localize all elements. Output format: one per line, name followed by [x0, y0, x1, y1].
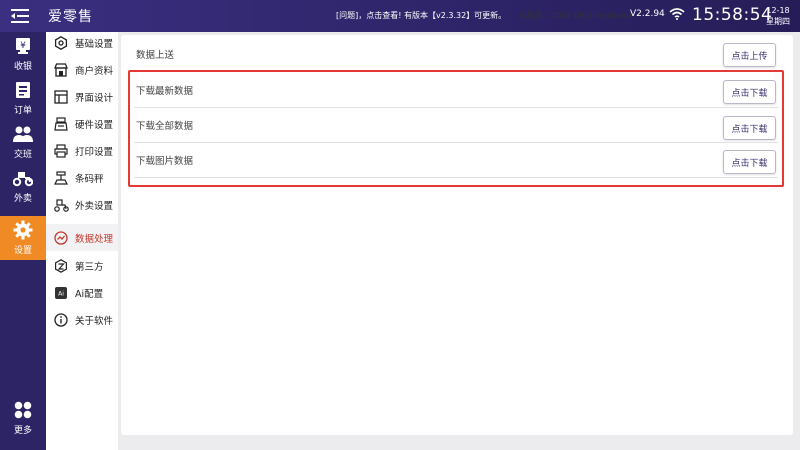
- delivery-scooter-icon: [13, 168, 33, 188]
- info-icon: [53, 312, 69, 328]
- nav-item-settings[interactable]: 设置: [0, 216, 46, 260]
- nav-label-shift: 交班: [13, 150, 32, 160]
- sidebar-item-merchant[interactable]: 商户资料: [46, 56, 118, 83]
- order-list-icon: [13, 80, 33, 100]
- sidebar-label: 外卖设置: [75, 200, 114, 212]
- nav-label-settings: 设置: [13, 246, 32, 256]
- nav-label-delivery: 外卖: [13, 194, 32, 204]
- store-icon: [53, 62, 69, 78]
- sidebar-item-delivery-settings[interactable]: 外卖设置: [46, 191, 118, 218]
- shift-handover-icon: [13, 124, 33, 144]
- third-party-icon: [53, 258, 69, 274]
- sidebar-label: 界面设计: [75, 92, 114, 104]
- sidebar-label: 条码秤: [75, 173, 104, 185]
- sidebar-item-ai-config[interactable]: Ai Ai配置: [46, 279, 118, 306]
- nav-item-orders[interactable]: 订单: [0, 76, 46, 120]
- sidebar-item-about[interactable]: 关于软件: [46, 306, 118, 333]
- printer-icon: [53, 143, 69, 159]
- nav-label-orders: 订单: [13, 106, 32, 116]
- sidebar-item-hardware[interactable]: 硬件设置: [46, 110, 118, 137]
- grid-more-icon: [13, 400, 33, 420]
- ai-chip-icon: Ai: [53, 285, 69, 301]
- sidebar-item-data-processing[interactable]: 数据处理: [46, 224, 118, 251]
- nav-label-cashier: 收银: [13, 62, 32, 72]
- sidebar-label: 第三方: [75, 261, 104, 273]
- sidebar-item-print[interactable]: 打印设置: [46, 137, 118, 164]
- date-label: 12-18: [766, 6, 790, 15]
- scale-icon: [53, 170, 69, 186]
- clock-time: 15:58:54: [692, 5, 773, 25]
- gear-icon: [13, 220, 33, 240]
- nav-label-more: 更多: [13, 426, 32, 436]
- wifi-icon: [669, 8, 685, 20]
- nav-item-shift[interactable]: 交班: [0, 120, 46, 164]
- menu-toggle-button[interactable]: [0, 0, 40, 32]
- sidebar-item-barcode-scale[interactable]: 条码秤: [46, 164, 118, 191]
- cash-register-icon: [53, 116, 69, 132]
- layout-icon: [53, 89, 69, 105]
- sidebar-item-third-party[interactable]: 第三方: [46, 252, 118, 279]
- hexagon-gear-icon: [53, 35, 69, 51]
- nav-item-delivery[interactable]: 外卖: [0, 164, 46, 208]
- version-label: V2.2.94: [630, 9, 665, 19]
- svg-text:¥: ¥: [20, 41, 26, 51]
- sidebar-label: 数据处理: [75, 233, 114, 245]
- scooter-icon: [53, 197, 69, 213]
- sidebar-label: 打印设置: [75, 146, 114, 158]
- hamburger-icon: [11, 9, 29, 23]
- sidebar-label: 商户资料: [75, 65, 114, 77]
- sidebar-item-basic[interactable]: 基础设置: [46, 29, 118, 56]
- upload-button[interactable]: 点击上传: [723, 43, 776, 67]
- row-label-upload: 数据上送: [136, 50, 175, 61]
- svg-text:Ai: Ai: [58, 290, 64, 297]
- app-title: 爱零售: [48, 9, 93, 25]
- sidebar-label: Ai配置: [75, 288, 104, 300]
- nav-item-more[interactable]: 更多: [0, 396, 46, 440]
- weekday-label: 星期四: [766, 17, 790, 26]
- sidebar-label: 关于软件: [75, 315, 114, 327]
- sidebar-label: 硬件设置: [75, 119, 114, 131]
- date-block: 12-18 星期四: [763, 5, 793, 27]
- highlight-box: [128, 70, 784, 187]
- yen-register-icon: ¥: [13, 36, 33, 56]
- cashier-info: 收银员：1001-09(ailingshou): [519, 11, 632, 20]
- sidebar-item-ui-design[interactable]: 界面设计: [46, 83, 118, 110]
- nav-item-cashier[interactable]: ¥ 收银: [0, 32, 46, 76]
- sidebar-label: 基础设置: [75, 38, 114, 50]
- data-chart-icon: [53, 230, 69, 246]
- update-notice-link[interactable]: [问题]，点击查看! 有版本【v2.3.32】可更新。: [336, 10, 506, 21]
